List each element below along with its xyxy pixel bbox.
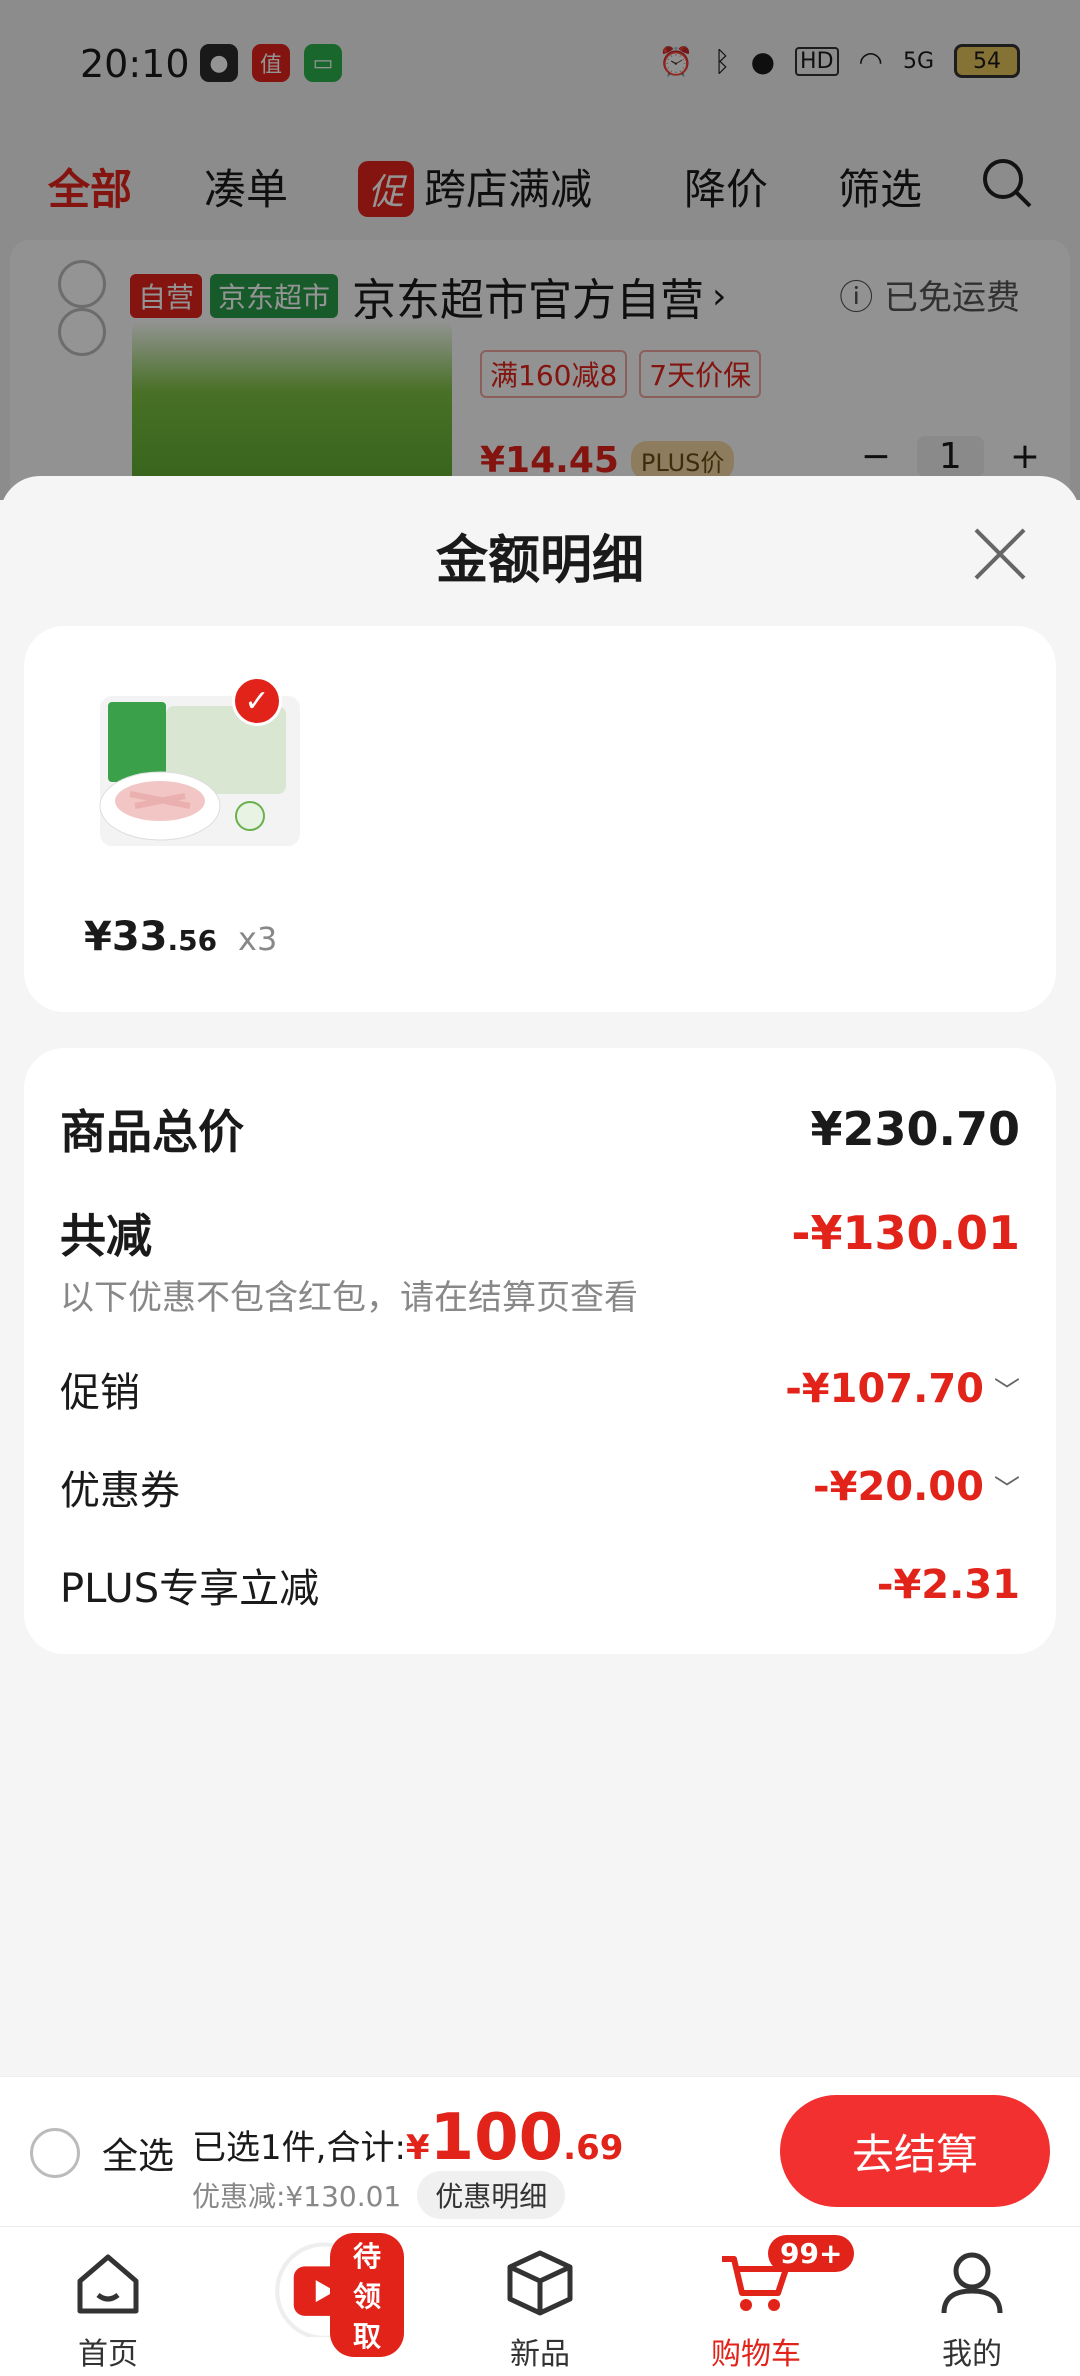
tab-mine-label: 我的 xyxy=(942,2337,1002,2372)
coupon-value: -¥20.00 xyxy=(813,1464,984,1510)
tab-mine[interactable]: 我的 xyxy=(892,2247,1052,2373)
discount-total-label: 共减 xyxy=(60,1209,152,1263)
plus-discount-label: PLUS专享立减 xyxy=(60,1566,320,1612)
select-all-radio[interactable] xyxy=(30,2128,80,2178)
total-price-row: 商品总价 ¥230.70 xyxy=(60,1096,1020,1162)
discount-detail-button[interactable]: 优惠明细 xyxy=(417,2171,566,2219)
amount-detail-sheet: 金额明细 ✓ ¥33.56 x3 商品总价 ¥230.70 共减 -¥130.0… xyxy=(0,476,1080,2076)
summary-prefix: 已选1件,合计: xyxy=(192,2128,406,2168)
summary-currency: ¥ xyxy=(405,2128,430,2168)
select-all-label: 全选 xyxy=(102,2136,175,2177)
modal-backdrop[interactable] xyxy=(0,0,1080,500)
chevron-down-icon: ﹀ xyxy=(993,1474,1020,1505)
summary-total-int: 100 xyxy=(429,2101,564,2175)
tab-new[interactable]: 新品 xyxy=(460,2247,620,2373)
plus-discount-value: -¥2.31 xyxy=(876,1562,1020,1608)
promotion-row[interactable]: 促销 -¥107.70 ﹀ xyxy=(60,1360,1020,1418)
close-icon[interactable] xyxy=(970,524,1030,584)
home-icon xyxy=(77,2254,139,2314)
discount-summary: 优惠减:¥130.01 优惠明细 xyxy=(192,2171,566,2219)
total-price-value: ¥230.70 xyxy=(810,1102,1020,1156)
chevron-down-icon: ﹀ xyxy=(993,1376,1020,1407)
tab-cart-label: 购物车 xyxy=(711,2337,801,2372)
bottom-tab-bar: 首页 待领取 新品 购物车 99+ 我的 xyxy=(0,2226,1080,2376)
total-price-label: 商品总价 xyxy=(60,1105,244,1159)
discount-note: 以下优惠不包含红包，请在结算页查看 xyxy=(60,1278,638,1318)
item-price: ¥33.56 xyxy=(84,914,217,960)
item-price-int: ¥33 xyxy=(84,914,168,960)
total-summary: 已选1件,合计: ¥ 100 .69 xyxy=(192,2101,623,2175)
checkout-bar: 全选 已选1件,合计: ¥ 100 .69 优惠减:¥130.01 优惠明细 去… xyxy=(0,2076,1080,2226)
user-icon xyxy=(941,2252,1003,2314)
discount-summary-text: 优惠减:¥130.01 xyxy=(192,2180,402,2213)
tab-video[interactable]: 待领取 xyxy=(244,2233,404,2357)
tab-home-label: 首页 xyxy=(78,2337,138,2372)
tab-home[interactable]: 首页 xyxy=(28,2247,188,2373)
promotion-value: -¥107.70 xyxy=(785,1366,984,1412)
plus-discount-row: PLUS专享立减 -¥2.31 xyxy=(60,1556,1020,1614)
cart-badge: 99+ xyxy=(768,2235,855,2272)
selected-goods-card: ✓ ¥33.56 x3 xyxy=(24,626,1056,1012)
discount-total-value: -¥130.01 xyxy=(791,1206,1020,1260)
price-breakdown-card: 商品总价 ¥230.70 共减 -¥130.01 以下优惠不包含红包，请在结算页… xyxy=(24,1048,1056,1654)
checked-icon: ✓ xyxy=(232,676,282,726)
summary-total-dec: .69 xyxy=(563,2128,624,2168)
tab-new-label: 新品 xyxy=(510,2337,570,2372)
discount-total-row: 共减 -¥130.01 xyxy=(60,1200,1020,1266)
box-icon xyxy=(507,2250,573,2316)
item-quantity: x3 xyxy=(238,920,278,958)
coupon-row[interactable]: 优惠券 -¥20.00 ﹀ xyxy=(60,1458,1020,1516)
select-all[interactable]: 全选 xyxy=(30,2127,174,2179)
tab-cart[interactable]: 购物车 99+ xyxy=(676,2235,855,2373)
checkout-button[interactable]: 去结算 xyxy=(780,2095,1050,2207)
sheet-title: 金额明细 xyxy=(435,531,644,591)
video-badge: 待领取 xyxy=(330,2233,404,2357)
coupon-label: 优惠券 xyxy=(60,1468,180,1514)
item-price-dec: .56 xyxy=(167,924,218,957)
promotion-label: 促销 xyxy=(60,1370,140,1416)
